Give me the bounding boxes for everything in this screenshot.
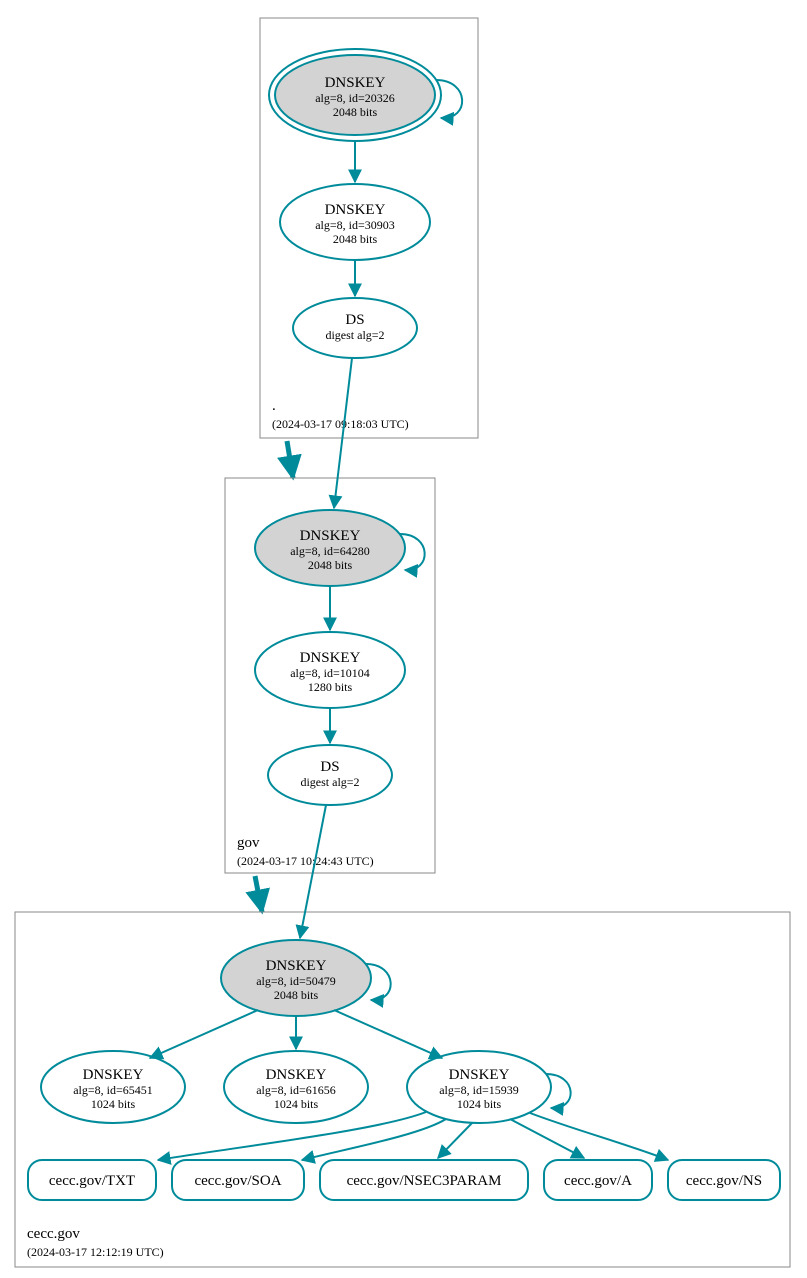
node-root-ksk: DNSKEY alg=8, id=20326 2048 bits	[269, 49, 441, 141]
svg-text:alg=8, id=10104: alg=8, id=10104	[290, 666, 370, 680]
svg-text:cecc.gov/NS: cecc.gov/NS	[686, 1173, 762, 1189]
svg-text:alg=8, id=65451: alg=8, id=65451	[73, 1083, 153, 1097]
node-gov-zsk: DNSKEY alg=8, id=10104 1280 bits	[255, 632, 405, 708]
svg-text:digest alg=2: digest alg=2	[325, 328, 384, 342]
svg-text:DNSKEY: DNSKEY	[300, 528, 361, 544]
node-cecc-ksk: DNSKEY alg=8, id=50479 2048 bits	[221, 940, 371, 1016]
svg-text:2048 bits: 2048 bits	[333, 105, 378, 119]
zone-label-gov: gov	[237, 835, 260, 851]
edge-k3-to-nsec3	[438, 1123, 472, 1158]
svg-text:cecc.gov/TXT: cecc.gov/TXT	[49, 1173, 135, 1189]
svg-text:DNSKEY: DNSKEY	[266, 958, 327, 974]
svg-text:alg=8, id=61656: alg=8, id=61656	[256, 1083, 336, 1097]
svg-text:2048 bits: 2048 bits	[274, 988, 319, 1002]
svg-text:cecc.gov/NSEC3PARAM: cecc.gov/NSEC3PARAM	[347, 1173, 502, 1189]
edge-k3-to-ns	[530, 1113, 668, 1160]
node-gov-ds: DS digest alg=2	[268, 745, 392, 805]
svg-text:alg=8, id=30903: alg=8, id=30903	[315, 218, 395, 232]
svg-text:2048 bits: 2048 bits	[308, 558, 353, 572]
svg-text:digest alg=2: digest alg=2	[300, 775, 359, 789]
svg-text:DNSKEY: DNSKEY	[325, 202, 386, 218]
svg-text:1024 bits: 1024 bits	[457, 1097, 502, 1111]
node-cecc-k3: DNSKEY alg=8, id=15939 1024 bits	[407, 1051, 551, 1123]
svg-text:DNSKEY: DNSKEY	[449, 1067, 510, 1083]
node-rr-soa: cecc.gov/SOA	[172, 1160, 304, 1200]
node-rr-nsec3: cecc.gov/NSEC3PARAM	[320, 1160, 528, 1200]
svg-text:1280 bits: 1280 bits	[308, 680, 353, 694]
edge-zone-root-to-gov	[287, 441, 293, 478]
edge-root-ds-to-gov-ksk	[334, 358, 352, 508]
edge-k3-to-a	[510, 1119, 584, 1158]
svg-text:cecc.gov/SOA: cecc.gov/SOA	[194, 1173, 281, 1189]
zone-label-root: .	[272, 398, 276, 414]
svg-text:DS: DS	[320, 759, 339, 775]
svg-text:alg=8, id=64280: alg=8, id=64280	[290, 544, 370, 558]
svg-text:DNSKEY: DNSKEY	[83, 1067, 144, 1083]
edge-zone-gov-to-cecc	[255, 876, 262, 912]
node-rr-ns: cecc.gov/NS	[668, 1160, 780, 1200]
edge-gov-ds-to-cecc-ksk	[300, 805, 326, 938]
zone-timestamp-cecc: (2024-03-17 12:12:19 UTC)	[27, 1245, 164, 1259]
node-root-zsk: DNSKEY alg=8, id=30903 2048 bits	[280, 184, 430, 260]
svg-text:DNSKEY: DNSKEY	[266, 1067, 327, 1083]
svg-text:alg=8, id=50479: alg=8, id=50479	[256, 974, 336, 988]
zone-timestamp-root: (2024-03-17 09:18:03 UTC)	[272, 417, 409, 431]
node-root-ds: DS digest alg=2	[293, 298, 417, 358]
node-gov-ksk: DNSKEY alg=8, id=64280 2048 bits	[255, 510, 405, 586]
svg-text:cecc.gov/A: cecc.gov/A	[564, 1173, 632, 1189]
node-cecc-k2: DNSKEY alg=8, id=61656 1024 bits	[224, 1051, 368, 1123]
svg-text:1024 bits: 1024 bits	[274, 1097, 319, 1111]
svg-text:alg=8, id=15939: alg=8, id=15939	[439, 1083, 519, 1097]
node-rr-a: cecc.gov/A	[544, 1160, 652, 1200]
svg-text:2048 bits: 2048 bits	[333, 232, 378, 246]
node-rr-txt: cecc.gov/TXT	[28, 1160, 156, 1200]
dnssec-diagram: . (2024-03-17 09:18:03 UTC) DNSKEY alg=8…	[0, 0, 807, 1278]
zone-label-cecc: cecc.gov	[27, 1226, 80, 1242]
edge-cecc-ksk-to-k1	[150, 1010, 258, 1058]
zone-timestamp-gov: (2024-03-17 10:24:43 UTC)	[237, 854, 374, 868]
edge-cecc-ksk-to-k3	[334, 1010, 442, 1058]
svg-text:1024 bits: 1024 bits	[91, 1097, 136, 1111]
svg-text:DS: DS	[345, 312, 364, 328]
svg-text:DNSKEY: DNSKEY	[300, 650, 361, 666]
svg-text:DNSKEY: DNSKEY	[325, 75, 386, 91]
node-cecc-k1: DNSKEY alg=8, id=65451 1024 bits	[41, 1051, 185, 1123]
svg-text:alg=8, id=20326: alg=8, id=20326	[315, 91, 395, 105]
